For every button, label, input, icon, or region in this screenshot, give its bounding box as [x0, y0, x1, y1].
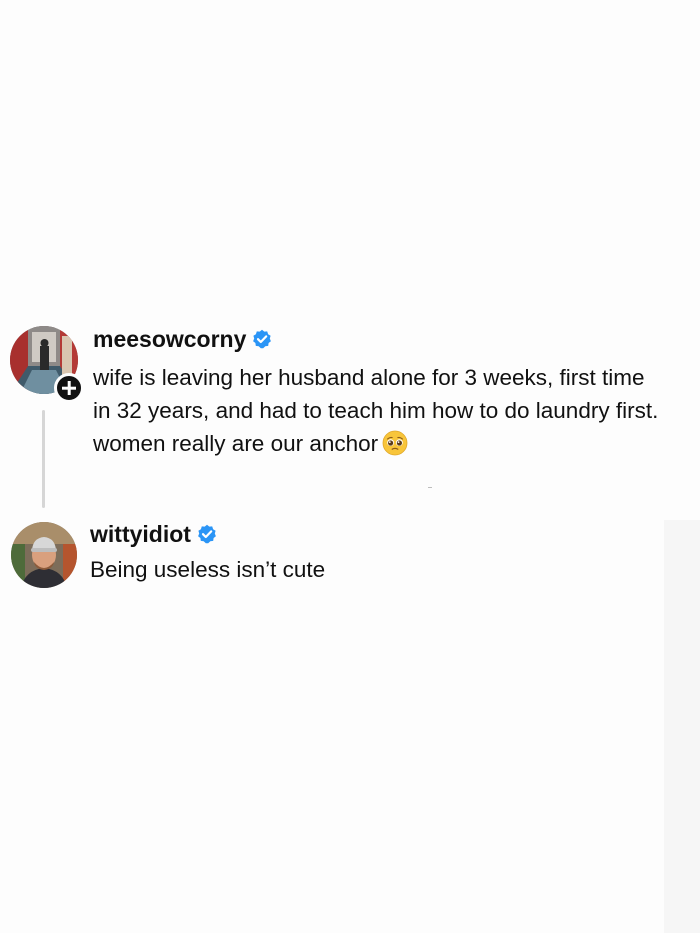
divider-speck [428, 487, 432, 488]
username[interactable]: wittyidiot [90, 521, 191, 548]
post-text: wife is leaving her husband alone for 3 … [93, 361, 660, 460]
verified-badge-icon [252, 329, 272, 349]
user-row: wittyidiot [90, 521, 660, 547]
verified-badge-icon [197, 524, 217, 544]
reply-content: wittyidiot Being useless isn’t cute [90, 521, 660, 586]
background-edge [664, 520, 700, 933]
thread-connector-line [42, 410, 45, 508]
follow-plus-icon[interactable] [54, 373, 84, 403]
username[interactable]: meesowcorny [93, 326, 246, 353]
post-body: wife is leaving her husband alone for 3 … [93, 365, 659, 456]
avatar[interactable] [11, 522, 77, 588]
pleading-face-icon [382, 430, 408, 456]
post-content: meesowcorny wife is leaving her husband … [93, 326, 660, 460]
profile-photo-man-cap [11, 522, 77, 588]
reply-text: Being useless isn’t cute [90, 557, 326, 582]
user-row: meesowcorny [93, 326, 660, 352]
